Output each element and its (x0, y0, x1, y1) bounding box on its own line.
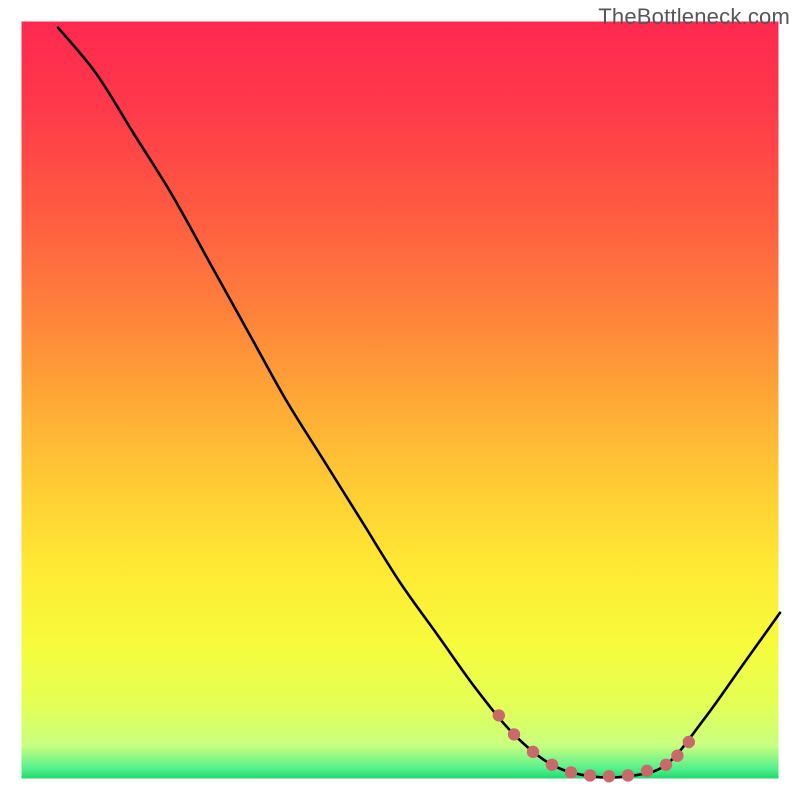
marker-dot (584, 769, 596, 781)
marker-dot (493, 709, 505, 721)
marker-dot (641, 765, 653, 777)
marker-dot (622, 769, 634, 781)
watermark: TheBottleneck.com (598, 4, 790, 30)
marker-dot (527, 746, 539, 758)
marker-dot (660, 759, 672, 771)
marker-dot (546, 759, 558, 771)
marker-dot (565, 766, 577, 778)
bottleneck-chart (0, 0, 800, 800)
marker-dot (671, 749, 683, 761)
marker-dot (683, 736, 695, 748)
marker-dot (508, 728, 520, 740)
marker-dot (603, 770, 615, 782)
chart-container: TheBottleneck.com (0, 0, 800, 800)
